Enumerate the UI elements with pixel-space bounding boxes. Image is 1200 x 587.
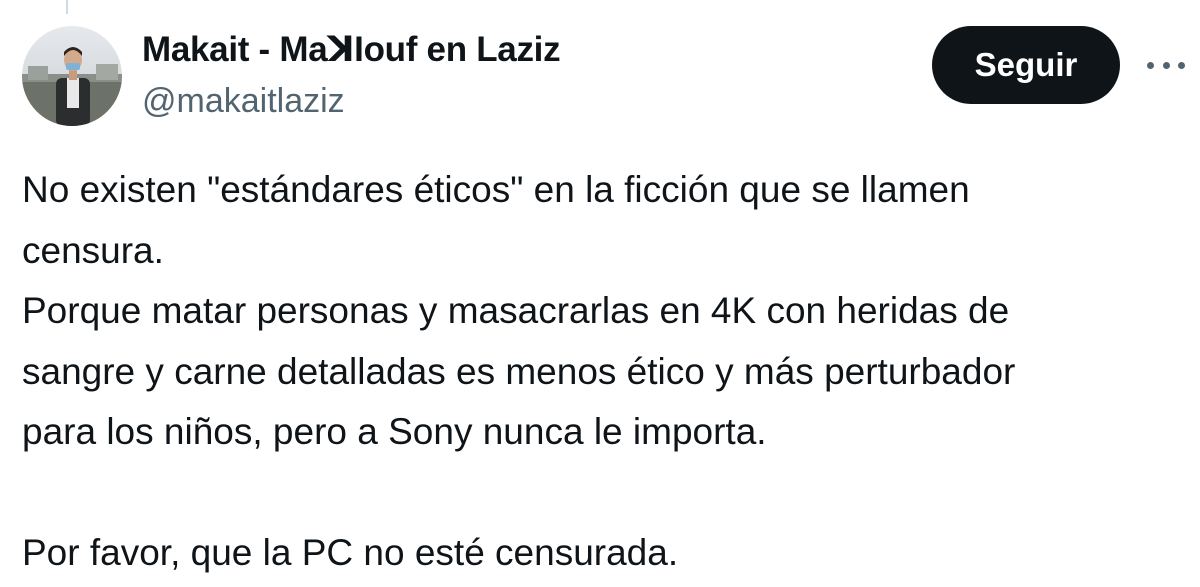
more-dot [1147,61,1154,69]
tweet-text-line: Por favor, que la PC no esté censurada. [22,532,679,573]
more-dot [1178,61,1185,69]
tweet-text-line: censura. [22,229,164,271]
tweet-text-line: para los niños, pero a Sony nunca le imp… [22,411,767,452]
more-dot [1162,61,1170,69]
avatar-photo [22,26,122,126]
thread-connector-line [66,0,68,14]
tweet-text-line: Porque matar personas y masacrarlas en 4… [22,290,1010,331]
tweet-text: No existen "estándares éticos" en la fic… [22,160,1192,584]
follow-button[interactable]: Seguir [932,26,1120,104]
tweet-text-line: No existen "estándares éticos" en la fic… [22,169,970,210]
tweet-text-line: sangre y carne detalladas es menos ético… [22,350,1016,392]
author-display-name[interactable]: Makait - MaꓘIouf en Laziz [142,28,561,72]
avatar[interactable] [22,26,122,126]
more-horizontal-icon[interactable] [1144,48,1188,82]
author-handle[interactable]: @makaitlaziz [142,80,345,122]
